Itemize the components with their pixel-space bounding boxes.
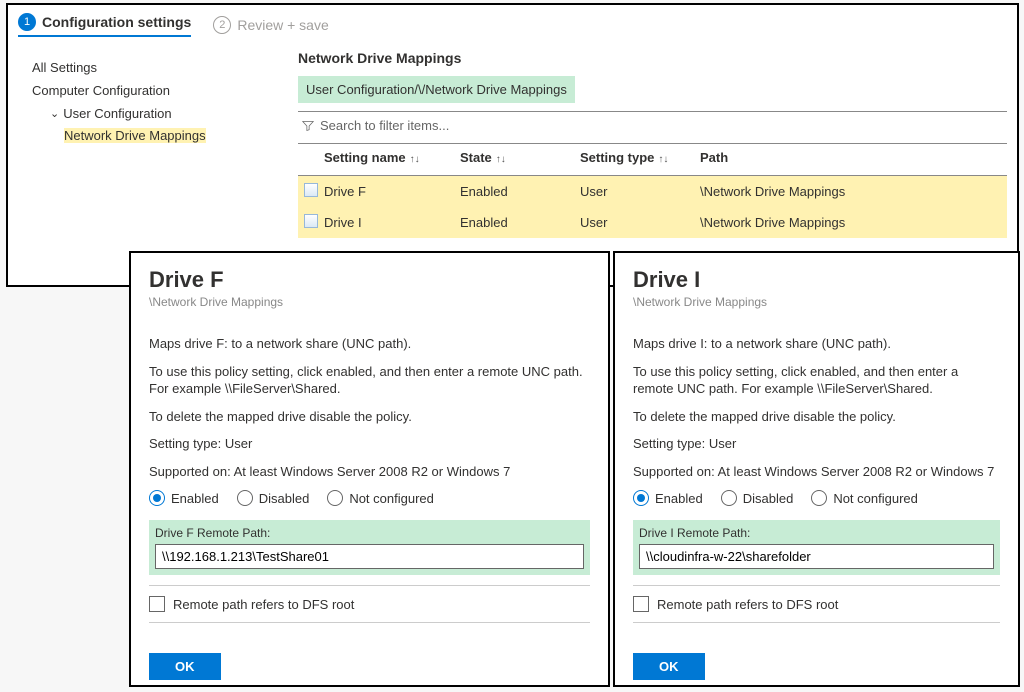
filter-icon [302, 120, 314, 132]
tree-computer-config[interactable]: Computer Configuration [28, 79, 262, 102]
row1-state: Enabled [460, 215, 580, 230]
state-radio-group: Enabled Disabled Not configured [633, 490, 1000, 506]
radio-not-configured[interactable]: Not configured [811, 490, 918, 506]
panel-desc1: Maps drive F: to a network share (UNC pa… [149, 335, 590, 353]
dfs-label: Remote path refers to DFS root [657, 597, 838, 612]
table-row[interactable]: Drive F Enabled User \Network Drive Mapp… [298, 176, 1007, 207]
remote-path-label: Drive F Remote Path: [155, 526, 584, 540]
setting-icon [304, 214, 318, 228]
divider [633, 622, 1000, 623]
checkbox-icon [633, 596, 649, 612]
panel-title: Drive I [633, 267, 1000, 293]
radio-icon [811, 490, 827, 506]
row0-type: User [580, 184, 700, 199]
settings-main: Network Drive Mappings User Configuratio… [268, 42, 1017, 238]
divider [633, 585, 1000, 586]
sort-icon: ↑↓ [496, 154, 506, 165]
radio-icon [633, 490, 649, 506]
panel-desc1: Maps drive I: to a network share (UNC pa… [633, 335, 1000, 353]
checkbox-icon [149, 596, 165, 612]
panel-title: Drive F [149, 267, 590, 293]
ok-button[interactable]: OK [633, 653, 705, 680]
dfs-label: Remote path refers to DFS root [173, 597, 354, 612]
remote-path-block: Drive I Remote Path: [633, 520, 1000, 575]
setting-icon [304, 183, 318, 197]
row0-path: \Network Drive Mappings [700, 184, 1007, 199]
tree-all-settings[interactable]: All Settings [28, 56, 262, 79]
row0-state: Enabled [460, 184, 580, 199]
search-filter[interactable]: Search to filter items... [298, 112, 1007, 139]
section-title: Network Drive Mappings [298, 50, 1007, 66]
divider [149, 585, 590, 586]
breadcrumb: User Configuration/\/Network Drive Mappi… [298, 76, 575, 103]
col-path[interactable]: Path [700, 150, 1007, 165]
step-config-settings[interactable]: 1 Configuration settings [18, 13, 191, 37]
radio-icon [237, 490, 253, 506]
step2-label: Review + save [237, 17, 328, 33]
dfs-checkbox[interactable]: Remote path refers to DFS root [633, 596, 1000, 612]
drive-i-panel: Drive I \Network Drive Mappings Maps dri… [613, 251, 1020, 687]
remote-path-input[interactable] [639, 544, 994, 569]
radio-not-configured[interactable]: Not configured [327, 490, 434, 506]
settings-tree: All Settings Computer Configuration ⌄ Us… [8, 42, 268, 238]
row1-type: User [580, 215, 700, 230]
dfs-checkbox[interactable]: Remote path refers to DFS root [149, 596, 590, 612]
step2-number-icon: 2 [213, 16, 231, 34]
panel-supported: Supported on: At least Windows Server 20… [149, 463, 590, 481]
radio-enabled[interactable]: Enabled [149, 490, 219, 506]
radio-enabled[interactable]: Enabled [633, 490, 703, 506]
row0-name: Drive F [324, 184, 460, 199]
table-row[interactable]: Drive I Enabled User \Network Drive Mapp… [298, 207, 1007, 238]
radio-icon [149, 490, 165, 506]
wizard-steps: 1 Configuration settings 2 Review + save [8, 5, 1017, 42]
sort-icon: ↑↓ [410, 154, 420, 165]
drive-f-panel: Drive F \Network Drive Mappings Maps dri… [129, 251, 610, 687]
remote-path-label: Drive I Remote Path: [639, 526, 994, 540]
divider [149, 622, 590, 623]
tree-user-config-label: User Configuration [63, 106, 171, 121]
state-radio-group: Enabled Disabled Not configured [149, 490, 590, 506]
remote-path-block: Drive F Remote Path: [149, 520, 590, 575]
panel-subpath: \Network Drive Mappings [633, 295, 1000, 309]
panel-subpath: \Network Drive Mappings [149, 295, 590, 309]
radio-disabled[interactable]: Disabled [721, 490, 794, 506]
row1-name: Drive I [324, 215, 460, 230]
chevron-down-icon: ⌄ [50, 107, 59, 120]
step-review-save[interactable]: 2 Review + save [213, 16, 328, 34]
radio-disabled[interactable]: Disabled [237, 490, 310, 506]
panel-desc3: To delete the mapped drive disable the p… [633, 408, 1000, 426]
remote-path-input[interactable] [155, 544, 584, 569]
panel-desc3: To delete the mapped drive disable the p… [149, 408, 590, 426]
radio-icon [327, 490, 343, 506]
search-placeholder: Search to filter items... [320, 118, 449, 133]
col-state[interactable]: State↑↓ [460, 150, 580, 165]
panel-setting-type: Setting type: User [633, 435, 1000, 453]
panel-desc2: To use this policy setting, click enable… [149, 363, 590, 398]
col-setting-name[interactable]: Setting name↑↓ [324, 150, 460, 165]
config-window: 1 Configuration settings 2 Review + save… [6, 3, 1019, 287]
panel-supported: Supported on: At least Windows Server 20… [633, 463, 1000, 481]
ok-button[interactable]: OK [149, 653, 221, 680]
settings-table-header: Setting name↑↓ State↑↓ Setting type↑↓ Pa… [298, 144, 1007, 171]
tree-user-config[interactable]: ⌄ User Configuration [28, 102, 262, 125]
radio-icon [721, 490, 737, 506]
panel-desc2: To use this policy setting, click enable… [633, 363, 1000, 398]
step1-label: Configuration settings [42, 14, 191, 30]
tree-ndm-label: Network Drive Mappings [64, 128, 206, 143]
tree-network-drive-mappings[interactable]: Network Drive Mappings [28, 125, 262, 146]
step1-number-icon: 1 [18, 13, 36, 31]
col-setting-type[interactable]: Setting type↑↓ [580, 150, 700, 165]
sort-icon: ↑↓ [658, 154, 668, 165]
panel-setting-type: Setting type: User [149, 435, 590, 453]
row1-path: \Network Drive Mappings [700, 215, 1007, 230]
